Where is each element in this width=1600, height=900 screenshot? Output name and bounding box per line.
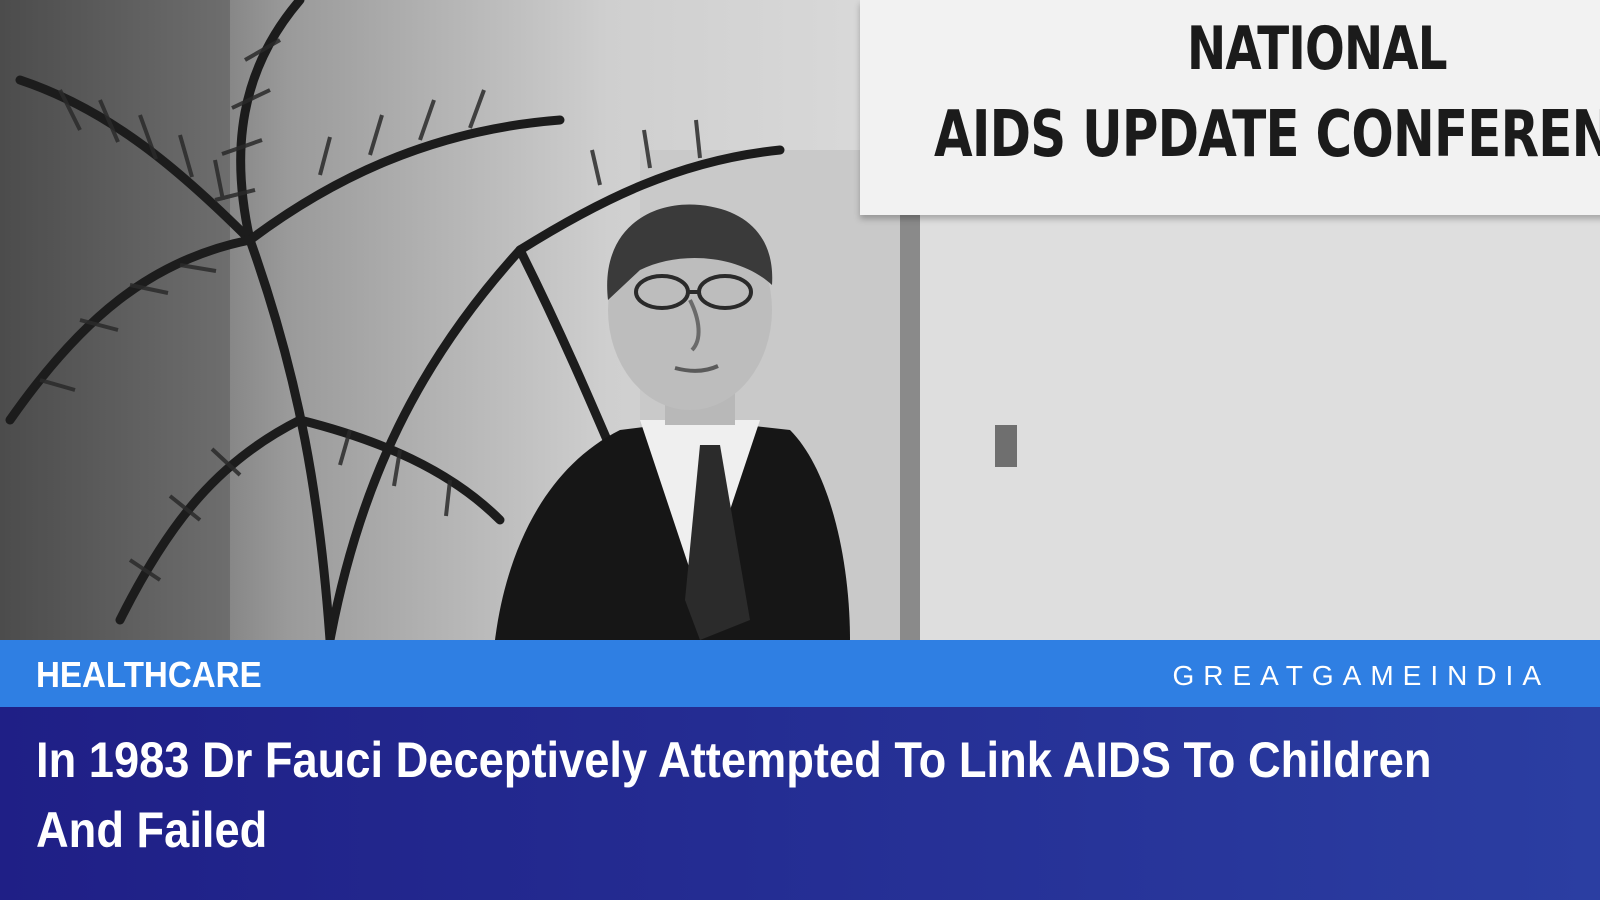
news-photo: NATIONAL AIDS UPDATE CONFEREN bbox=[0, 0, 1600, 640]
banner-line-2: AIDS UPDATE CONFEREN bbox=[934, 98, 1600, 172]
headline-bar: In 1983 Dr Fauci Deceptively Attempted T… bbox=[0, 707, 1600, 900]
category-bar: HEALTHCARE GREATGAMEINDIA bbox=[0, 640, 1600, 707]
light-switch bbox=[995, 425, 1017, 467]
banner-line-1: NATIONAL bbox=[1187, 14, 1448, 84]
door-frame bbox=[900, 180, 920, 640]
brand-wordmark: GREATGAMEINDIA bbox=[1172, 660, 1550, 691]
article-headline[interactable]: In 1983 Dr Fauci Deceptively Attempted T… bbox=[36, 725, 1448, 865]
category-label[interactable]: HEALTHCARE bbox=[36, 654, 262, 696]
left-wall-shadow bbox=[0, 0, 230, 640]
featured-image-card: NATIONAL AIDS UPDATE CONFEREN HEALTHCARE… bbox=[0, 0, 1600, 900]
conference-banner: NATIONAL AIDS UPDATE CONFEREN bbox=[860, 0, 1600, 215]
wall bbox=[920, 190, 1600, 640]
